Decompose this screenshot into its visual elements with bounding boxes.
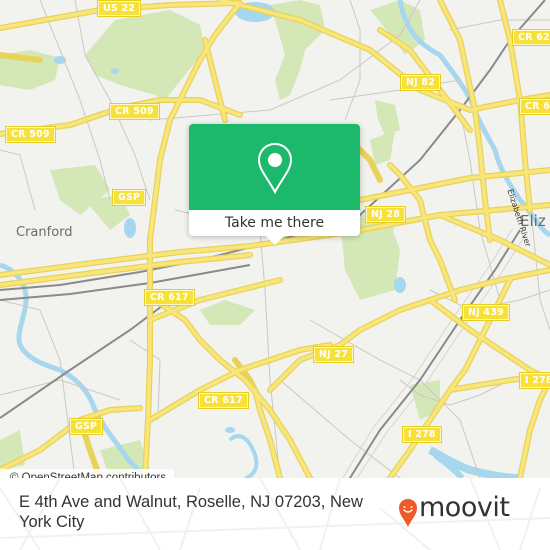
road-shield-cr617: CR 617 (144, 289, 195, 306)
road-shield-i278: I 278 (519, 372, 550, 389)
road-shield-cr62x: CR 62 (519, 98, 550, 115)
location-pin-icon (257, 142, 293, 194)
location-popup: Take me there (189, 124, 360, 236)
moovit-wordmark: moovit (419, 492, 510, 523)
road-shield-nj439: NJ 439 (462, 304, 510, 321)
road-shield-nj28: NJ 28 (364, 206, 407, 223)
popup-header (189, 124, 360, 210)
road-shield-nj82: NJ 82 (399, 74, 442, 91)
location-address: E 4th Ave and Walnut, Roselle, NJ 07203,… (19, 493, 363, 531)
road-shield-gsp: GSP (111, 189, 147, 206)
moovit-pin-icon (399, 499, 417, 527)
map-attribution[interactable]: © OpenStreetMap contributors (0, 469, 175, 478)
road-shield-nj27: NJ 27 (312, 346, 355, 363)
footer: E 4th Ave and Walnut, Roselle, NJ 07203,… (0, 478, 550, 550)
road-shield-gsp: GSP (68, 418, 104, 435)
road-shield-cr509: CR 509 (5, 126, 56, 143)
popup-pointer (266, 236, 284, 245)
road-shield-i278: I 278 (402, 426, 442, 443)
road-shield-us22: US 22 (96, 0, 142, 17)
road-shield-cr623: CR 623 (512, 29, 550, 46)
take-me-there-button[interactable]: Take me there (189, 210, 360, 236)
road-shield-cr509: CR 509 (109, 103, 160, 120)
place-label-cranford: Cranford (16, 225, 73, 240)
road-shield-cr617: CR 617 (198, 392, 249, 409)
